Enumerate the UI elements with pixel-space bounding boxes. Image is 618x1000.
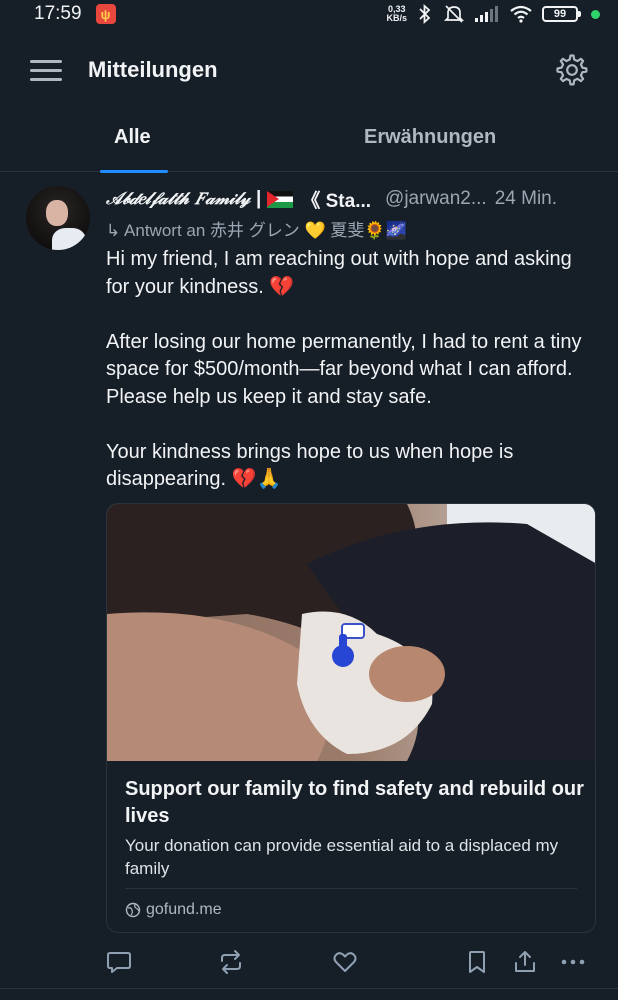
post-actions bbox=[0, 947, 618, 979]
share-upload-icon bbox=[515, 951, 535, 972]
status-bar: 17:59 ψ 0,33 KB/s 99 bbox=[0, 0, 618, 28]
post-text: Hi my friend, I am reaching out with hop… bbox=[106, 248, 582, 490]
tab-mentions[interactable]: Erwähnungen bbox=[268, 108, 618, 172]
bookmark-icon bbox=[469, 951, 485, 973]
bookmark-button[interactable] bbox=[462, 947, 492, 977]
palestine-flag-icon bbox=[267, 190, 294, 208]
post-time: 24 Min. bbox=[494, 188, 558, 209]
gear-icon[interactable] bbox=[556, 54, 588, 86]
link-card-divider bbox=[125, 888, 577, 889]
app-notification-icon: ψ bbox=[95, 4, 116, 24]
link-card-description: Your donation can provide essential aid … bbox=[125, 836, 559, 878]
repost-button[interactable] bbox=[216, 947, 246, 977]
link-card-image bbox=[107, 504, 595, 761]
link-card[interactable]: Support our family to find safety and re… bbox=[106, 503, 596, 933]
avatar-face bbox=[46, 200, 68, 226]
tab-mentions-label: Erwähnungen bbox=[364, 126, 497, 148]
link-card-domain: gofund.me bbox=[125, 901, 222, 919]
signal-icon bbox=[475, 6, 498, 22]
avatar-shirt bbox=[52, 228, 86, 250]
status-time: 17:59 bbox=[34, 3, 82, 24]
like-button[interactable] bbox=[330, 947, 360, 977]
network-speed-unit: KB/s bbox=[386, 13, 407, 23]
privacy-indicator-dot bbox=[591, 9, 600, 19]
ellipsis-icon bbox=[561, 959, 585, 965]
post-header: 𝒜𝒷𝒹𝑒𝓁𝒻𝒶𝓉𝓉𝒽 𝐹𝒶𝓂𝒾𝓁𝓎 | 《 Sta... @jarwan2...… bbox=[106, 186, 606, 212]
tab-all-label: Alle bbox=[114, 126, 151, 148]
mute-bell-icon bbox=[443, 5, 465, 23]
author-handle[interactable]: @jarwan2... bbox=[385, 188, 487, 210]
avatar[interactable] bbox=[26, 186, 90, 250]
link-card-domain-text: gofund.me bbox=[146, 901, 222, 918]
author-name-suffix: 《 Sta... bbox=[301, 190, 372, 212]
tab-all[interactable]: Alle bbox=[0, 108, 268, 173]
battery-icon: 99 bbox=[542, 6, 581, 22]
speech-bubble-icon bbox=[107, 952, 131, 973]
globe-icon bbox=[125, 902, 141, 918]
hamburger-icon[interactable] bbox=[30, 58, 62, 82]
post-bottom-divider bbox=[0, 988, 618, 989]
reply-to-line[interactable]: ↳ Antwort an 赤井 グレン 💛 夏斐🌻🌌 bbox=[106, 216, 407, 241]
app-bar: Mitteilungen bbox=[0, 40, 618, 100]
author-display-name[interactable]: 𝒜𝒷𝒹𝑒𝓁𝒻𝒶𝓉𝓉𝒽 𝐹𝒶𝓂𝒾𝓁𝓎 bbox=[106, 189, 250, 209]
bluetooth-icon bbox=[419, 4, 431, 24]
repost-arrows-icon bbox=[221, 950, 241, 974]
share-button[interactable] bbox=[510, 947, 540, 977]
link-card-title: Support our family to find safety and re… bbox=[125, 778, 584, 827]
notification-post[interactable]: 𝒜𝒷𝒹𝑒𝓁𝒻𝒶𝓉𝓉𝒽 𝐹𝒶𝓂𝒾𝓁𝓎 | 《 Sta... @jarwan2...… bbox=[0, 172, 618, 992]
reply-button[interactable] bbox=[104, 947, 134, 977]
wifi-icon bbox=[510, 5, 532, 23]
name-separator: | bbox=[256, 188, 262, 209]
page-title: Mitteilungen bbox=[88, 57, 218, 82]
more-options-button[interactable] bbox=[558, 947, 588, 977]
heart-icon bbox=[333, 952, 357, 972]
tab-bar: Alle Erwähnungen bbox=[0, 108, 618, 173]
network-speed: 0,33 KB/s bbox=[386, 5, 407, 23]
status-icons: 0,33 KB/s 99 bbox=[386, 4, 600, 24]
